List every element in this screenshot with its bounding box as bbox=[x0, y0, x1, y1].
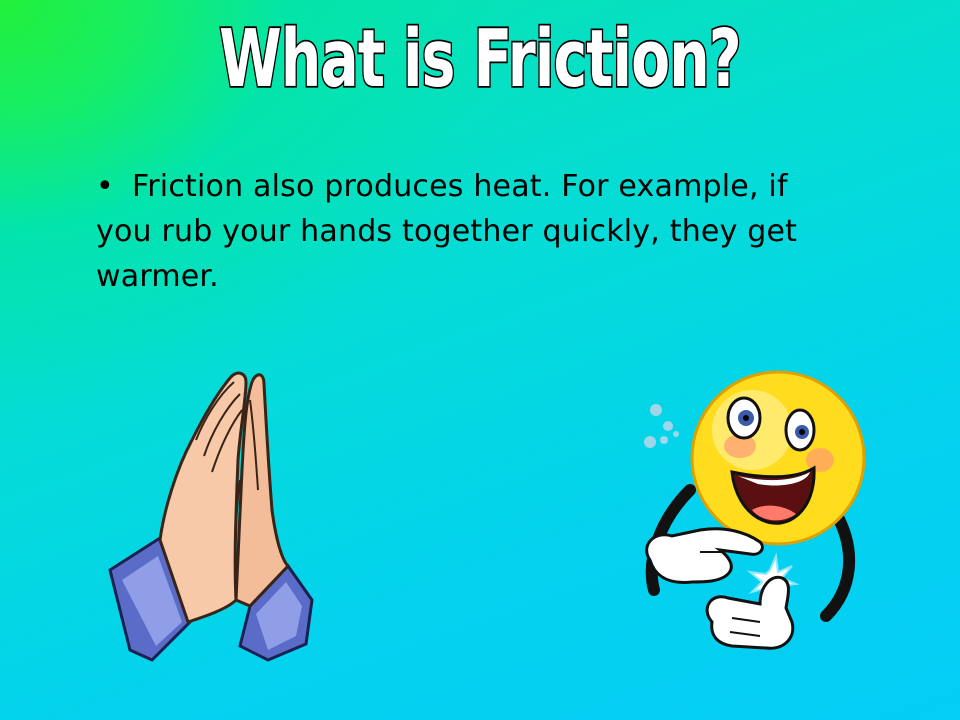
bullet-symbol: • bbox=[96, 169, 114, 204]
praying-hands-icon bbox=[108, 371, 314, 662]
bullet-item: • Friction also produces heat. For exampl… bbox=[96, 164, 816, 299]
bullet-text: Friction also produces heat. For example… bbox=[96, 169, 798, 294]
rubbing-hands-smiley-icon bbox=[644, 370, 866, 650]
slide: What is Friction? • Friction also produce… bbox=[0, 0, 960, 720]
slide-title: What is Friction? bbox=[218, 12, 743, 106]
